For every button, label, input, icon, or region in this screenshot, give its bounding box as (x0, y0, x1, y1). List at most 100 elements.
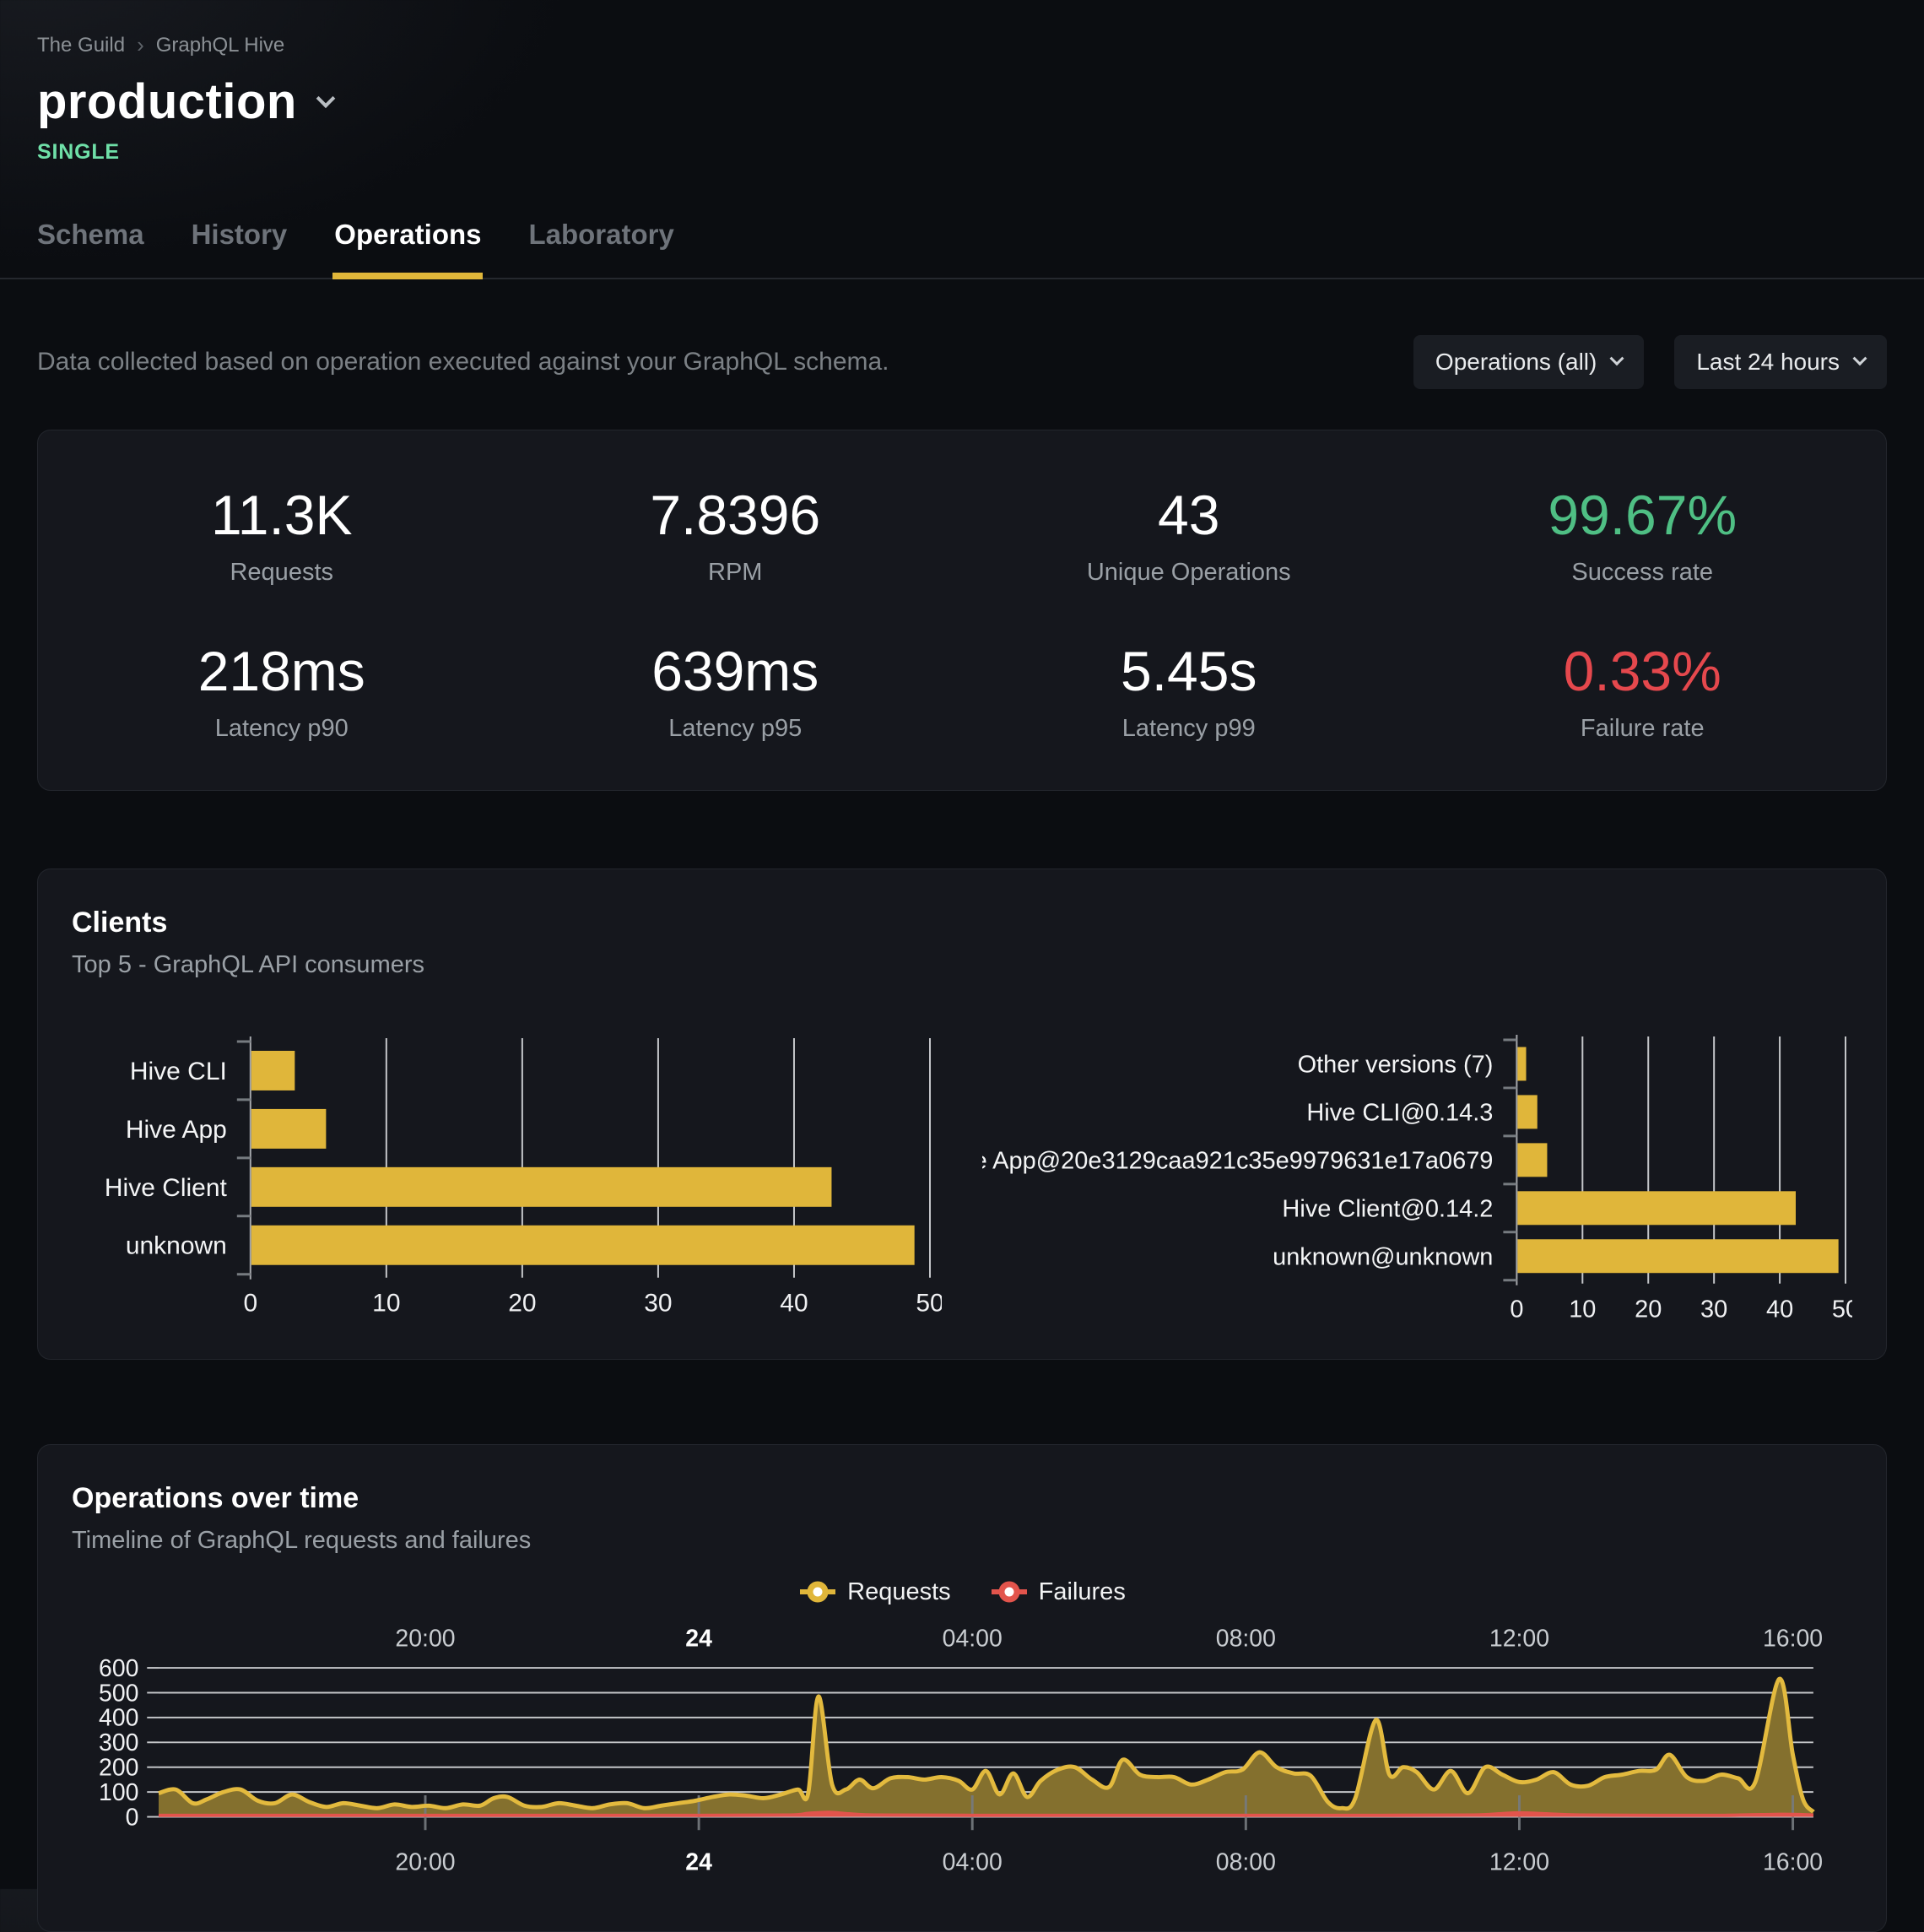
x-tick-label-top: 16:00 (1763, 1628, 1823, 1653)
legend-label: Failures (1039, 1578, 1126, 1606)
bar-hive-app-20e3129caa921c35e9979631e17a0679 (1517, 1143, 1547, 1177)
x-tick-label-top: 24 (685, 1628, 712, 1653)
bar-unknown (251, 1226, 915, 1265)
category-label: unknown@unknown (1273, 1243, 1493, 1270)
y-tick-label: 300 (99, 1729, 138, 1756)
timeline-legend: Requests Failures (72, 1578, 1852, 1606)
category-label: Hive CLI@0.14.3 (1306, 1100, 1493, 1127)
x-tick-label-top: 20:00 (395, 1628, 455, 1653)
chevron-down-icon[interactable] (316, 89, 336, 108)
legend-item-failures[interactable]: Failures (990, 1578, 1126, 1606)
y-tick-label: 600 (99, 1655, 138, 1682)
target-type-badge: SINGLE (37, 140, 1887, 165)
breadcrumb: The Guild › GraphQL Hive (37, 32, 1887, 58)
tab-operations[interactable]: Operations (334, 219, 481, 278)
x-tick-label: 50 (916, 1290, 942, 1318)
category-label: Hive Client (105, 1174, 228, 1202)
stat-failure-rate: 0.33% Failure rate (1416, 639, 1870, 743)
tab-schema[interactable]: Schema (37, 219, 144, 278)
stat-label: Success rate (1416, 559, 1870, 587)
stat-latency-p99: 5.45s Latency p99 (962, 639, 1416, 743)
clients-card-title: Clients (72, 906, 1852, 939)
breadcrumb-project-link[interactable]: GraphQL Hive (156, 34, 285, 57)
stat-label: Latency p95 (509, 715, 963, 743)
operations-filter-dropdown[interactable]: Operations (all) (1413, 335, 1644, 389)
x-tick-label-bottom: 08:00 (1216, 1848, 1276, 1875)
stat-label: Failure rate (1416, 715, 1870, 743)
operations-card-subtitle: Timeline of GraphQL requests and failure… (72, 1527, 1852, 1555)
stat-label: Latency p99 (962, 715, 1416, 743)
x-tick-label-bottom: 24 (685, 1848, 712, 1875)
y-tick-label: 400 (99, 1704, 138, 1731)
page-header: The Guild › GraphQL Hive production SING… (0, 0, 1924, 165)
operations-dashboard-page: The Guild › GraphQL Hive production SING… (0, 0, 1924, 1889)
operations-timeline-chart: 010020030040050060020:0020:00242404:0004… (72, 1628, 1852, 1902)
x-tick-label: 10 (372, 1290, 400, 1318)
x-tick-label: 30 (1700, 1296, 1727, 1318)
bar-hive-cli-0-14-3 (1517, 1095, 1537, 1128)
x-tick-label-bottom: 12:00 (1489, 1848, 1549, 1875)
breadcrumb-org-link[interactable]: The Guild (37, 34, 125, 57)
bar-hive-client (251, 1167, 832, 1207)
tab-bar: Schema History Operations Laboratory (0, 219, 1924, 279)
legend-marker-icon (990, 1579, 1029, 1605)
stat-value: 639ms (509, 639, 963, 703)
period-filter-dropdown[interactable]: Last 24 hours (1674, 335, 1887, 389)
stats-summary-card: 11.3KRequests7.8396RPM43Unique Operation… (37, 430, 1887, 791)
breadcrumb-separator-icon: › (137, 32, 144, 58)
category-label: Other versions (7) (1298, 1052, 1494, 1079)
clients-card-subtitle: Top 5 - GraphQL API consumers (72, 951, 1852, 979)
stat-success-rate: 99.67% Success rate (1416, 483, 1870, 587)
stat-value: 0.33% (1416, 639, 1870, 703)
stat-value: 218ms (55, 639, 509, 703)
bar-other-versions-7- (1517, 1047, 1526, 1080)
stats-grid: 11.3KRequests7.8396RPM43Unique Operation… (55, 483, 1869, 743)
x-tick-label: 40 (780, 1290, 808, 1318)
stat-latency-p95: 639ms Latency p95 (509, 639, 963, 743)
stat-label: RPM (509, 559, 963, 587)
legend-item-requests[interactable]: Requests (798, 1578, 951, 1606)
period-filter-label: Last 24 hours (1696, 349, 1840, 376)
y-tick-label: 0 (126, 1804, 139, 1831)
stat-value: 7.8396 (509, 483, 963, 547)
x-tick-label: 20 (508, 1290, 536, 1318)
stat-rpm: 7.8396 RPM (509, 483, 963, 587)
toolbar: Data collected based on operation execut… (0, 335, 1924, 389)
legend-label: Requests (847, 1578, 951, 1606)
stat-value: 11.3K (55, 483, 509, 547)
x-tick-label: 40 (1766, 1296, 1793, 1318)
x-tick-label: 0 (1510, 1296, 1523, 1318)
operations-over-time-card: Operations over time Timeline of GraphQL… (37, 1444, 1887, 1932)
stat-requests: 11.3KRequests (55, 483, 509, 587)
clients-by-name-chart: 01020304050Hive CLIHive AppHive Clientun… (72, 1035, 942, 1318)
y-tick-label: 500 (99, 1680, 138, 1707)
category-label: Hive Client@0.14.2 (1282, 1195, 1493, 1222)
operations-card-title: Operations over time (72, 1482, 1852, 1515)
tab-history[interactable]: History (192, 219, 288, 278)
clients-card: Clients Top 5 - GraphQL API consumers 0 1… (37, 869, 1887, 1360)
tab-laboratory[interactable]: Laboratory (528, 219, 673, 278)
x-tick-label: 50 (1832, 1296, 1852, 1318)
x-tick-label-bottom: 20:00 (395, 1848, 455, 1875)
x-tick-label-top: 08:00 (1216, 1628, 1276, 1653)
bar-hive-app (251, 1109, 327, 1149)
x-tick-label-top: 04:00 (943, 1628, 1003, 1653)
y-tick-label: 200 (99, 1754, 138, 1781)
requests-area (159, 1679, 1813, 1817)
page-title: production (37, 73, 297, 130)
clients-by-version-chart: 0 10 20 30 40 50 Other versions (7) Hive CLI@0.… (982, 1035, 1852, 1318)
stat-value: 99.67% (1416, 483, 1870, 547)
stat-label: Latency p90 (55, 715, 509, 743)
collection-description: Data collected based on operation execut… (37, 348, 889, 376)
category-label: Hive App@20e3129caa921c35e9979631e17a067… (982, 1147, 1493, 1174)
category-label: Hive App (126, 1116, 227, 1144)
legend-marker-icon (798, 1579, 837, 1605)
x-tick-label: 10 (1569, 1296, 1596, 1318)
operations-filter-label: Operations (all) (1435, 349, 1597, 376)
bar-hive-cli (251, 1051, 295, 1090)
stat-value: 5.45s (962, 639, 1416, 703)
category-label: Hive CLI (130, 1058, 227, 1085)
category-label: unknown (126, 1232, 227, 1260)
x-tick-label: 20 (1635, 1296, 1662, 1318)
chevron-down-icon (1610, 351, 1624, 365)
